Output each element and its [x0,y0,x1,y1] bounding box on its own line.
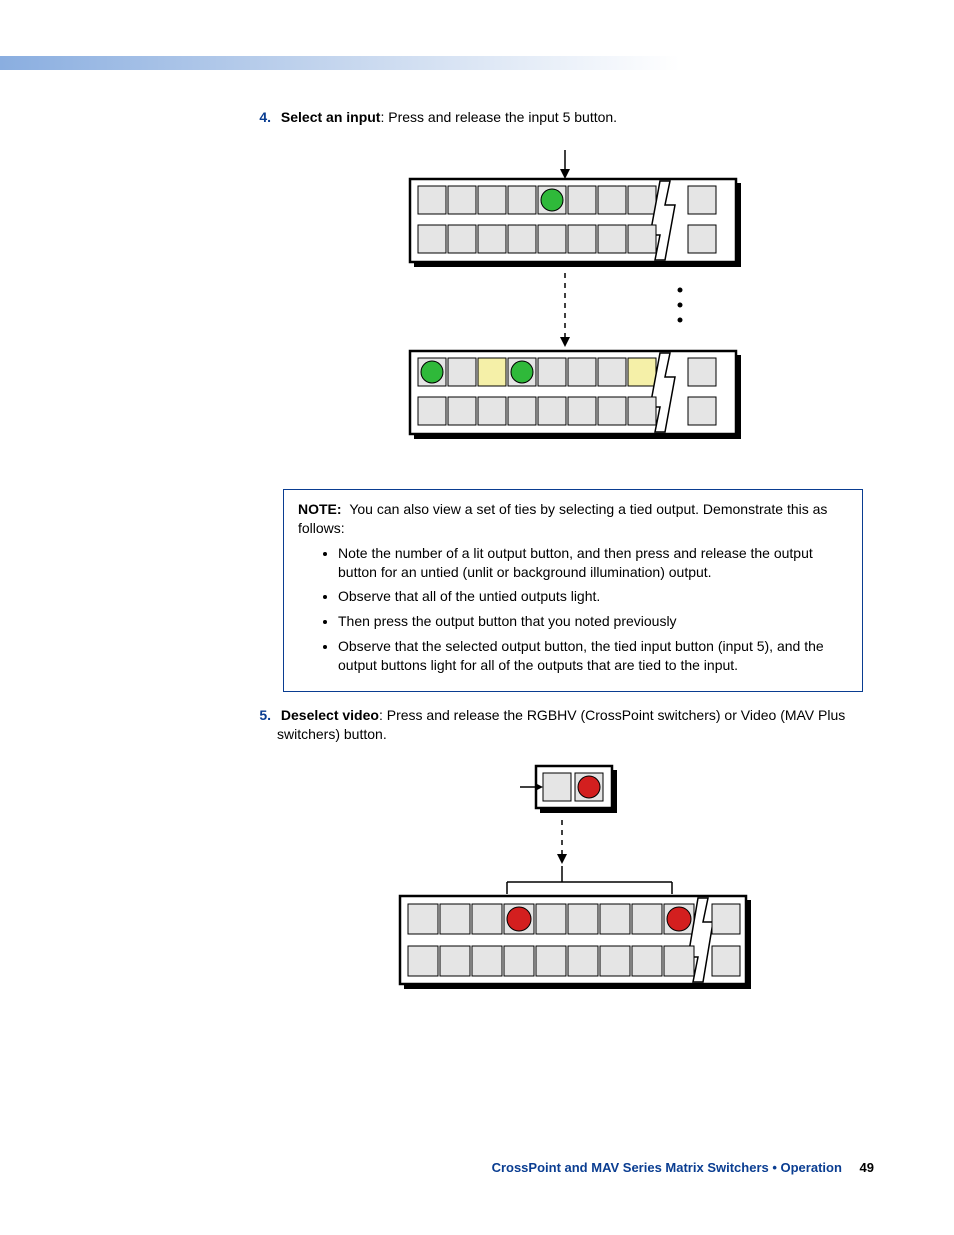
step-4-text: : Press and release the input 5 button. [380,109,617,125]
footer-page: 49 [860,1160,874,1175]
step-5: 5. Deselect video: Press and release the… [249,706,874,744]
footer-title: CrossPoint and MAV Series Matrix Switche… [492,1160,842,1175]
step-4-bold: Select an input [281,109,381,125]
step-4-number: 4. [249,108,277,127]
step-5-diagram [269,762,874,1012]
note-bullet: Note the number of a lit output button, … [338,544,848,582]
note-bullet-list: Note the number of a lit output button, … [298,544,848,675]
note-label: NOTE: [298,501,342,517]
step-4-diagram [269,145,874,465]
header-gradient-bar [0,56,680,70]
note-intro: You can also view a set of ties by selec… [298,501,827,536]
note-bullet: Then press the output button that you no… [338,612,848,631]
note-bullet: Observe that the selected output button,… [338,637,848,675]
note-bullet: Observe that all of the untied outputs l… [338,587,848,606]
step-5-number: 5. [249,706,277,725]
step-4: 4. Select an input: Press and release th… [249,108,874,127]
step-5-bold: Deselect video [281,707,379,723]
page-footer: CrossPoint and MAV Series Matrix Switche… [492,1160,874,1175]
note-box: NOTE: You can also view a set of ties by… [283,489,863,692]
